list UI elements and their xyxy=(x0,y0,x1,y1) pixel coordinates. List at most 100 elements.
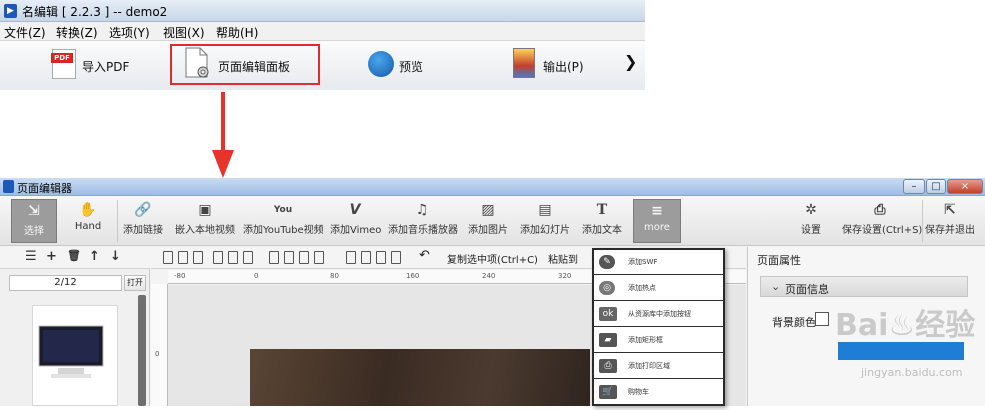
paste-button[interactable]: 粘贴到 xyxy=(548,251,578,266)
select-tool-label: 选择 xyxy=(24,226,44,237)
distribute-vertical-icon[interactable] xyxy=(284,251,294,264)
maximize-button[interactable]: □ xyxy=(926,179,946,194)
move-down-icon[interactable]: ↓ xyxy=(110,249,121,264)
bring-front-icon[interactable] xyxy=(346,251,356,264)
add-text-button[interactable]: T 添加文本 xyxy=(580,199,624,243)
copy-selected-button[interactable]: 复制选中项(Ctrl+C) xyxy=(447,251,538,266)
add-vimeo-label: 添加Vimeo xyxy=(330,225,382,236)
bring-forward-icon[interactable] xyxy=(376,251,386,264)
undo-icon[interactable]: ↶ xyxy=(419,248,430,263)
apply-all-button[interactable] xyxy=(838,342,964,360)
thumbnail-scrollbar[interactable] xyxy=(138,295,146,406)
pdf-icon-label: PDF xyxy=(51,53,73,63)
open-page-button[interactable]: 打开 xyxy=(124,275,146,291)
main-title-bar: ▶ 名编辑 [ 2.2.3 ] -- demo2 xyxy=(0,0,645,22)
distribute-horizontal-icon[interactable] xyxy=(269,251,279,264)
menu-options[interactable]: 选项(Y) xyxy=(109,24,150,41)
settings-button[interactable]: ✲ 设置 xyxy=(793,199,829,243)
align-top-icon[interactable] xyxy=(213,251,223,264)
embed-local-video-label: 嵌入本地视频 xyxy=(175,225,235,236)
add-slideshow-button[interactable]: ▤ 添加幻灯片 xyxy=(520,199,570,243)
add-image-button[interactable]: ▨ 添加图片 xyxy=(466,199,510,243)
add-youtube-label: 添加YouTube视频 xyxy=(243,225,324,236)
add-print-area-label: 添加打印区域 xyxy=(628,362,670,370)
preview-button[interactable]: 预览 xyxy=(368,47,438,83)
save-settings-button[interactable]: ⎙ 保存设置(Ctrl+S) xyxy=(842,199,923,243)
ruler-tick: 160 xyxy=(406,272,420,280)
menu-add-swf[interactable]: ✎ 添加SWF xyxy=(594,250,723,275)
minimize-button[interactable]: – xyxy=(903,179,925,194)
toolbar-overflow-arrow-icon[interactable]: ❯ xyxy=(624,52,637,71)
properties-title: 页面属性 xyxy=(757,254,801,267)
list-icon[interactable]: ☰ xyxy=(25,249,37,264)
same-width-icon[interactable] xyxy=(299,251,309,264)
baidu-watermark: Bai♨经验 xyxy=(835,308,976,343)
align-center-icon[interactable] xyxy=(178,251,188,264)
printer-icon: ⎙ xyxy=(599,359,617,373)
hand-tool-button[interactable]: ✋ Hand xyxy=(68,199,108,243)
watermark-url: jingyan.baidu.com xyxy=(861,366,963,379)
menu-shopping-cart[interactable]: 🛒 购物车 xyxy=(594,380,723,405)
save-disk-icon: ⎙ xyxy=(874,202,886,218)
export-button[interactable]: 输出(P) xyxy=(513,47,593,83)
send-back-icon[interactable] xyxy=(361,251,371,264)
toolbar-divider xyxy=(922,200,923,242)
more-button[interactable]: ≡ more xyxy=(633,199,681,243)
background-color-label: 背景颜色 xyxy=(772,316,816,329)
menu-file[interactable]: 文件(Z) xyxy=(4,24,46,41)
trash-icon[interactable]: 🗑 xyxy=(67,249,81,262)
add-text-label: 添加文本 xyxy=(582,225,622,236)
import-pdf-button[interactable]: PDF 导入PDF xyxy=(51,47,142,83)
image-icon: ▨ xyxy=(481,202,495,218)
music-note-icon: ♫ xyxy=(415,202,429,218)
hand-icon: ✋ xyxy=(79,202,97,218)
save-settings-label: 保存设置(Ctrl+S) xyxy=(842,225,923,236)
page-number-input[interactable]: 2/12 xyxy=(9,275,122,291)
swf-icon: ✎ xyxy=(599,255,615,269)
menu-help[interactable]: 帮助(H) xyxy=(216,24,258,41)
hand-tool-label: Hand xyxy=(74,221,102,232)
menu-add-print-area[interactable]: ⎙ 添加打印区域 xyxy=(594,354,723,379)
editor-title-bar: 页面编辑器 – □ × xyxy=(0,178,985,196)
add-link-button[interactable]: 🔗 添加链接 xyxy=(122,199,164,243)
page-background-image[interactable] xyxy=(250,349,590,406)
add-vimeo-button[interactable]: V 添加Vimeo xyxy=(330,199,382,243)
menu-view[interactable]: 视图(X) xyxy=(163,24,205,41)
align-right-icon[interactable] xyxy=(193,251,203,264)
youtube-icon: You xyxy=(273,205,293,215)
move-up-icon[interactable]: ↑ xyxy=(89,249,100,264)
rectangle-icon: ▰ xyxy=(599,333,617,347)
send-backward-icon[interactable] xyxy=(391,251,401,264)
export-book-icon xyxy=(513,48,535,78)
add-swf-label: 添加SWF xyxy=(628,258,658,266)
menu-add-hotspot[interactable]: ◎ 添加热点 xyxy=(594,276,723,301)
page-actions-bar: ☰ + 🗑 ↑ ↓ xyxy=(0,247,150,269)
editor-logo-icon xyxy=(3,180,14,193)
main-toolbar: PDF 导入PDF 页面编辑面板 预览 输出(P) xyxy=(0,41,645,90)
menu-bar: 文件(Z) 转换(Z) 选项(Y) 视图(X) 帮助(H) xyxy=(0,22,645,41)
add-page-icon[interactable]: + xyxy=(46,249,57,264)
align-bottom-icon[interactable] xyxy=(243,251,253,264)
chevron-down-icon: ⌄ xyxy=(771,280,781,293)
page-info-section-header[interactable]: ⌄ 页面信息 xyxy=(760,276,968,297)
menu-add-rectangle[interactable]: ▰ 添加矩形框 xyxy=(594,328,723,353)
ruler-tick: 240 xyxy=(482,272,496,280)
menu-convert[interactable]: 转换(Z) xyxy=(56,24,98,41)
background-color-swatch[interactable] xyxy=(815,312,829,326)
menu-add-button-from-library[interactable]: ok 从资源库中添加按钮 xyxy=(594,302,723,327)
film-icon: ▣ xyxy=(198,202,212,218)
import-pdf-label: 导入PDF xyxy=(82,60,130,74)
select-tool-button[interactable]: ⇲ 选择 xyxy=(11,199,57,243)
add-link-label: 添加链接 xyxy=(123,225,163,236)
add-music-player-button[interactable]: ♫ 添加音乐播放器 xyxy=(388,199,458,243)
embed-local-video-button[interactable]: ▣ 嵌入本地视频 xyxy=(173,199,237,243)
page-info-label: 页面信息 xyxy=(785,283,829,296)
save-and-exit-button[interactable]: ⇱ 保存并退出 xyxy=(925,199,975,243)
align-middle-icon[interactable] xyxy=(228,251,238,264)
align-left-icon[interactable] xyxy=(163,251,173,264)
close-button[interactable]: × xyxy=(947,179,983,194)
add-youtube-button[interactable]: You 添加YouTube视频 xyxy=(243,199,324,243)
settings-label: 设置 xyxy=(801,225,821,236)
same-height-icon[interactable] xyxy=(314,251,324,264)
page-thumbnail[interactable] xyxy=(32,305,118,406)
